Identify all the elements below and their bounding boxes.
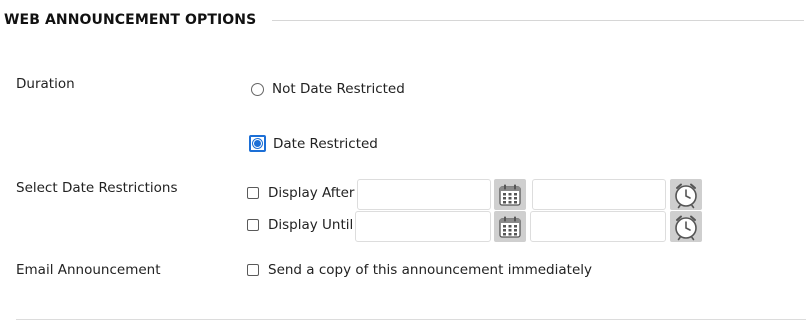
date-restrictions-label: Select Date Restrictions	[16, 180, 178, 196]
display-until-checkbox[interactable]	[247, 219, 259, 231]
display-after-date-input[interactable]	[357, 179, 491, 210]
display-after-clock-button[interactable]	[670, 179, 702, 210]
section-header: WEB ANNOUNCEMENT OPTIONS	[4, 10, 804, 30]
radio-not-date-restricted[interactable]: Not Date Restricted	[251, 81, 405, 97]
clock-icon	[675, 183, 697, 208]
radio-button[interactable]	[251, 82, 264, 96]
radio-date-restricted[interactable]: Date Restricted	[249, 135, 378, 152]
email-copy-checkbox-row[interactable]: Send a copy of this announcement immedia…	[247, 262, 592, 278]
display-until-calendar-button[interactable]	[494, 211, 526, 242]
email-copy-label: Send a copy of this announcement immedia…	[268, 262, 592, 278]
radio-button-selected[interactable]	[249, 135, 266, 152]
display-until-time-input[interactable]	[530, 211, 666, 242]
display-after-calendar-button[interactable]	[494, 179, 526, 210]
section-divider	[272, 19, 804, 21]
clock-icon	[675, 215, 697, 240]
display-until-date-input[interactable]	[355, 211, 491, 242]
section-title: WEB ANNOUNCEMENT OPTIONS	[4, 12, 257, 28]
calendar-icon	[499, 184, 521, 206]
bottom-divider	[16, 319, 806, 320]
calendar-icon	[499, 216, 521, 238]
display-after-checkbox-row[interactable]: Display After	[247, 185, 354, 201]
radio-dot	[254, 140, 261, 147]
email-copy-checkbox[interactable]	[247, 264, 259, 276]
display-after-time-input[interactable]	[532, 179, 666, 210]
display-until-checkbox-row[interactable]: Display Until	[247, 217, 353, 233]
radio-ring	[252, 138, 263, 149]
radio-label-not-date-restricted: Not Date Restricted	[272, 81, 405, 97]
email-announcement-label: Email Announcement	[16, 262, 161, 278]
radio-label-date-restricted: Date Restricted	[273, 135, 378, 152]
display-after-label: Display After	[268, 185, 355, 201]
display-after-checkbox[interactable]	[247, 187, 259, 199]
duration-label: Duration	[16, 76, 75, 92]
display-until-clock-button[interactable]	[670, 211, 702, 242]
display-until-label: Display Until	[268, 217, 354, 233]
